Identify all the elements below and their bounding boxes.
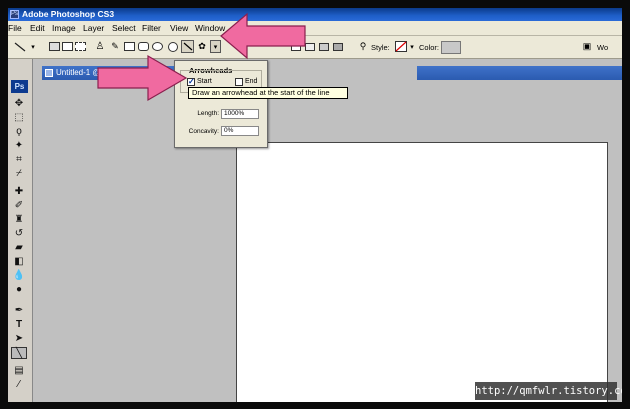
screenshot-frame: Ps Adobe Photoshop CS3 File Edit Image L… (0, 0, 630, 409)
brush-tool-icon[interactable]: ✐ (11, 200, 27, 212)
style-swatch[interactable] (394, 40, 407, 53)
history-brush-icon[interactable]: ↺ (11, 228, 27, 240)
exclude-shape-icon[interactable] (332, 40, 344, 53)
custom-shape-icon[interactable]: ✿ (196, 40, 208, 53)
document-icon (45, 69, 53, 77)
shape-layers-icon[interactable] (48, 40, 60, 53)
pen-tool-icon[interactable]: ✒ (11, 305, 27, 317)
polygon-tool-icon[interactable] (167, 40, 179, 53)
eraser-tool-icon[interactable]: ▰ (11, 242, 27, 254)
blur-tool-icon[interactable]: 💧 (11, 270, 27, 282)
menu-layer[interactable]: Layer (83, 23, 104, 33)
menu-filter[interactable]: Filter (142, 23, 161, 33)
ellipse-tool-icon[interactable] (151, 40, 163, 53)
photoshop-window: Ps Adobe Photoshop CS3 File Edit Image L… (8, 8, 622, 402)
gradient-tool-icon[interactable]: ◧ (11, 256, 27, 268)
tooltip: Draw an arrowhead at the start of the li… (188, 87, 348, 99)
callout-arrow-top (220, 12, 306, 60)
marquee-tool-icon[interactable]: ⬚ (11, 112, 27, 124)
end-checkbox[interactable] (235, 78, 243, 86)
line-shape-tool-icon[interactable]: ╲ (11, 347, 27, 359)
menu-view[interactable]: View (170, 23, 188, 33)
type-tool-icon[interactable]: T (11, 319, 27, 331)
style-dropdown-icon[interactable]: ▾ (409, 40, 415, 53)
lasso-tool-icon[interactable]: ϙ (11, 126, 27, 138)
document-canvas[interactable] (236, 142, 608, 402)
freeform-pen-icon[interactable]: ✎ (109, 40, 121, 53)
menu-edit[interactable]: Edit (30, 23, 45, 33)
magic-wand-icon[interactable]: ✦ (11, 140, 27, 152)
preset-dropdown-icon[interactable]: ▾ (29, 40, 37, 53)
rounded-rectangle-tool-icon[interactable] (137, 40, 149, 53)
pen-tool-icon[interactable]: ♙ (95, 40, 105, 53)
end-label: End (245, 78, 258, 85)
slice-tool-icon[interactable]: ⌿ (11, 168, 27, 180)
length-label: Length: (197, 110, 219, 117)
concavity-field[interactable]: 0% (221, 126, 259, 136)
menu-bar: File Edit Image Layer Select Filter View… (8, 21, 622, 36)
menu-file[interactable]: File (8, 23, 22, 33)
window-title: Adobe Photoshop CS3 (22, 9, 115, 19)
concavity-label: Concavity: (188, 128, 219, 135)
color-swatch[interactable] (441, 41, 461, 54)
document-title: Untitled-1 @ (56, 68, 101, 77)
workspace-icon[interactable]: ▣ (581, 40, 593, 53)
link-icon[interactable]: ⚲ (358, 40, 368, 53)
length-field[interactable]: 1000% (221, 109, 259, 119)
start-label: Start (197, 78, 212, 85)
eyedropper-tool-icon[interactable]: ⁄ (11, 379, 27, 391)
healing-brush-icon[interactable]: ✚ (11, 186, 27, 198)
style-label: Style: (371, 43, 390, 52)
callout-arrow-left (97, 54, 188, 102)
notes-tool-icon[interactable]: ▤ (11, 365, 27, 377)
crop-tool-icon[interactable]: ⌗ (11, 154, 27, 166)
watermark: http://qmfwlr.tistory.com (475, 382, 622, 400)
workspace-label[interactable]: Wo (597, 43, 608, 52)
menu-image[interactable]: Image (52, 23, 76, 33)
clone-stamp-icon[interactable]: ♜ (11, 214, 27, 226)
menu-select[interactable]: Select (112, 23, 136, 33)
app-icon: Ps (10, 10, 19, 19)
line-tool-preset-icon[interactable] (13, 40, 27, 53)
title-bar: Ps Adobe Photoshop CS3 (8, 8, 622, 21)
fill-pixels-icon[interactable] (74, 40, 86, 53)
path-selection-icon[interactable]: ➤ (11, 333, 27, 345)
dodge-tool-icon[interactable]: ● (11, 284, 27, 296)
toolbox: Ps ✥ ⬚ ϙ ✦ ⌗ ⌿ ✚ ✐ ♜ ↺ ▰ ◧ 💧 ● ✒ T ➤ ╲ ▤… (8, 59, 33, 402)
document-title-strip (417, 66, 622, 80)
move-tool-icon[interactable]: ✥ (11, 98, 27, 110)
rectangle-tool-icon[interactable] (123, 40, 135, 53)
paths-icon[interactable] (61, 40, 73, 53)
photoshop-logo: Ps (11, 80, 28, 93)
color-label: Color: (419, 43, 440, 52)
intersect-shape-icon[interactable] (318, 40, 330, 53)
line-tool-icon[interactable] (181, 40, 194, 53)
